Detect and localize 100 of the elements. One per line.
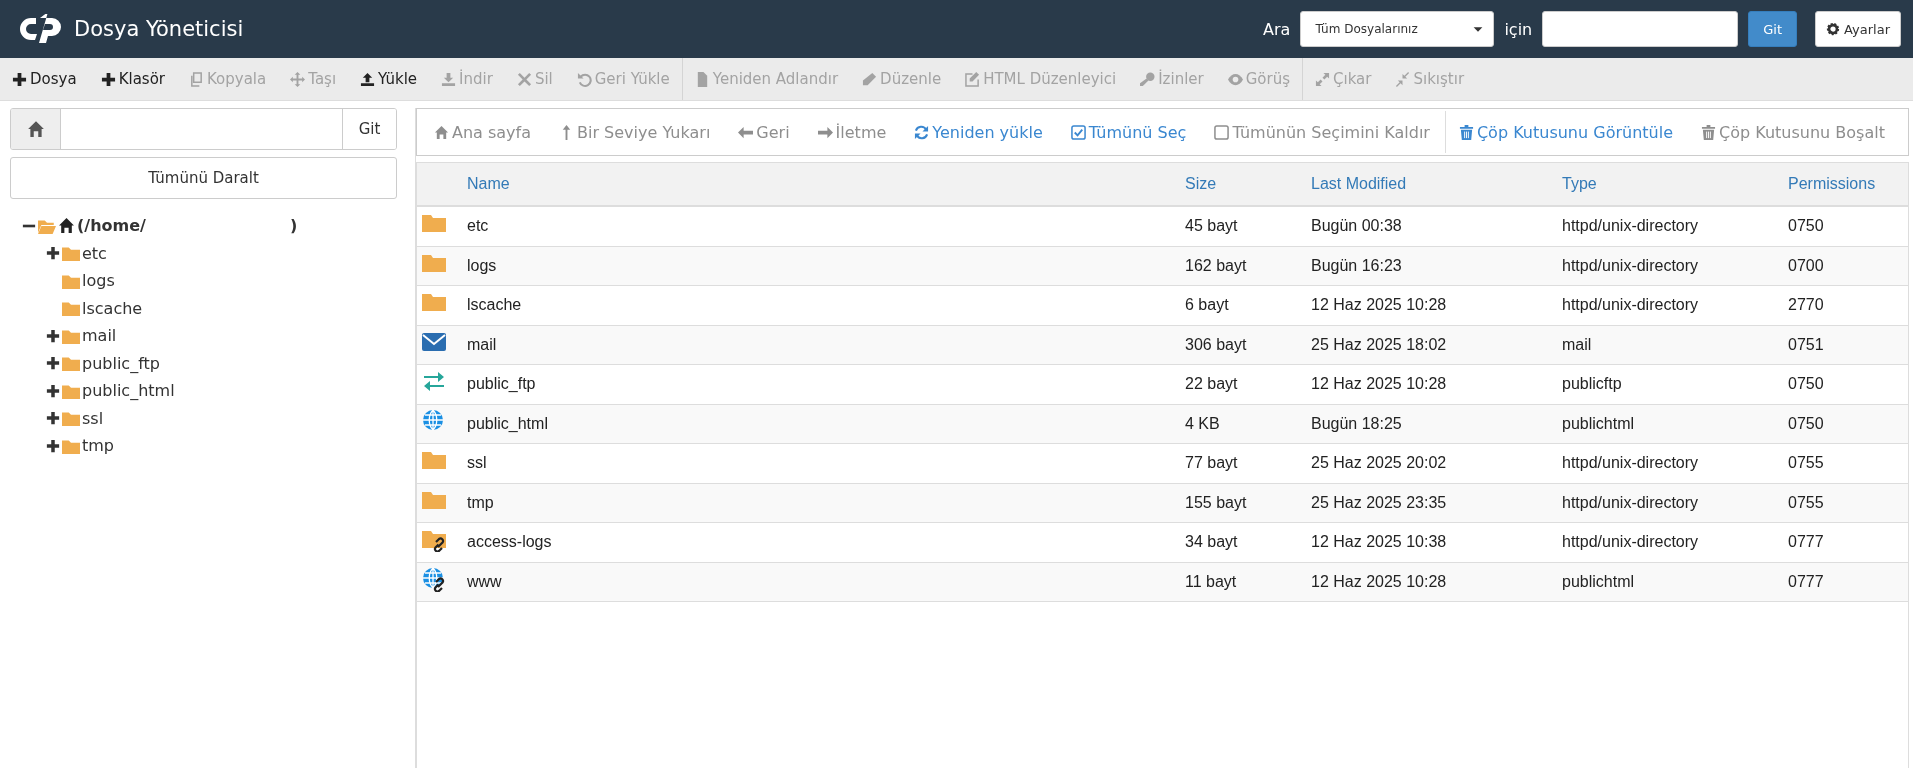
nav-button[interactable]: Yeniden yükle <box>901 111 1058 153</box>
plus-icon[interactable] <box>46 246 60 261</box>
table-cell-text: 0755 <box>1788 454 1825 473</box>
go-button[interactable]: Git <box>1748 11 1798 47</box>
checkbox-icon <box>1070 124 1086 140</box>
toolbar-button[interactable]: Yükle <box>348 58 430 100</box>
toolbar-button[interactable]: Klasör <box>88 58 177 100</box>
folder-icon <box>62 299 80 318</box>
search-field[interactable] <box>1542 11 1739 47</box>
edit-icon <box>965 71 981 87</box>
plus-icon <box>12 71 27 87</box>
scope-dropdown[interactable]: Tüm Dosyalarınız <box>1300 11 1495 47</box>
table-cell-text: mail <box>1562 335 1593 354</box>
eye-icon <box>1227 71 1243 87</box>
file-name[interactable]: www <box>467 572 1185 591</box>
table-cell-text: 12 Haz 2025 10:28 <box>1311 375 1448 394</box>
tree-item[interactable]: public_ftp <box>82 353 160 373</box>
table-cell-text: 11 bayt <box>1185 572 1238 591</box>
tree-item[interactable]: tmp <box>82 436 114 456</box>
table-cell-text: httpd/unix-directory <box>1562 256 1700 275</box>
right-arrow-icon <box>817 124 833 140</box>
table-cell-text: httpd/unix-directory <box>1562 217 1700 236</box>
folder-icon <box>62 354 80 373</box>
table-cell-text: 0750 <box>1788 375 1825 394</box>
globe-link-icon <box>421 567 447 592</box>
table-cell-text: 12 Haz 2025 10:28 <box>1311 296 1448 315</box>
plus-icon[interactable] <box>46 356 60 371</box>
file-name[interactable]: lscache <box>467 296 1185 315</box>
tree-item-end: ) <box>289 216 298 236</box>
table-cell-text: 25 Haz 2025 18:02 <box>1311 335 1448 354</box>
table-cell-text: 0750 <box>1788 414 1825 433</box>
expand-icon <box>1315 71 1331 87</box>
tree-item[interactable]: public_html <box>82 381 175 401</box>
table-cell-text: publicftp <box>1562 375 1623 394</box>
table-cell-text: 25 Haz 2025 20:02 <box>1311 454 1448 473</box>
table-cell-text: 0751 <box>1788 335 1825 354</box>
home-icon <box>58 217 75 235</box>
table-cell-text: Bugün 16:23 <box>1311 256 1403 275</box>
file-name[interactable]: logs <box>467 256 1185 275</box>
table-cell-text: Bugün 00:38 <box>1311 217 1403 236</box>
table-cell-text: 4 KB <box>1185 414 1221 433</box>
table-cell-text: 6 bayt <box>1185 296 1230 315</box>
column-header[interactable]: Last Modified <box>1311 175 1562 193</box>
tree-item[interactable]: lscache <box>82 298 143 318</box>
table-cell-text: 22 bayt <box>1185 375 1239 394</box>
plus-icon[interactable] <box>46 411 60 426</box>
tree-item[interactable]: ssl <box>82 408 104 428</box>
column-header[interactable]: Name <box>467 175 1185 193</box>
table-cell-text: httpd/unix-directory <box>1562 533 1700 552</box>
plus-icon[interactable] <box>46 438 60 453</box>
file-name[interactable]: etc <box>467 217 1185 236</box>
file-name[interactable]: public_ftp <box>467 375 1185 394</box>
file-name[interactable]: tmp <box>467 493 1185 512</box>
copy-icon <box>189 71 204 87</box>
left-arrow-icon <box>738 124 754 140</box>
file-name[interactable]: public_html <box>467 414 1185 433</box>
table-cell-text: 45 bayt <box>1185 217 1239 236</box>
column-header[interactable]: Type <box>1562 175 1788 193</box>
nav-button[interactable]: Çöp Kutusunu Görüntüle <box>1444 111 1688 153</box>
table-cell-text: httpd/unix-directory <box>1562 454 1700 473</box>
table-cell-text: 306 bayt <box>1185 335 1248 354</box>
table-cell-text: 12 Haz 2025 10:38 <box>1311 533 1448 552</box>
toolbar-button[interactable]: Dosya <box>0 58 89 100</box>
compress-icon <box>1395 71 1411 87</box>
refresh-icon <box>914 124 930 140</box>
table-cell-text: 155 bayt <box>1185 493 1248 512</box>
home-icon <box>434 124 449 140</box>
table-cell-text: publichtml <box>1562 572 1636 591</box>
column-header[interactable]: Size <box>1185 175 1311 193</box>
plus-icon[interactable] <box>46 328 60 343</box>
tree-item[interactable]: mail <box>82 326 117 346</box>
file-name[interactable]: mail <box>467 335 1185 354</box>
trash-icon <box>1701 124 1716 140</box>
folder-link-icon <box>421 528 447 553</box>
for-label: için <box>1504 19 1533 39</box>
table-cell-text: 25 Haz 2025 23:35 <box>1311 493 1448 512</box>
plus-icon[interactable] <box>46 383 60 398</box>
table-cell-text: 34 bayt <box>1185 533 1239 552</box>
collapse-all-button[interactable]: Tümünü Daralt <box>10 157 397 199</box>
logo-icon <box>20 14 64 44</box>
download-icon <box>441 71 457 87</box>
settings-button[interactable]: Ayarlar <box>1815 11 1901 47</box>
table-cell-text: httpd/unix-directory <box>1562 493 1700 512</box>
table-cell-text: 0777 <box>1788 572 1825 591</box>
tree-item[interactable]: logs <box>82 271 115 291</box>
tree-item[interactable]: (/home/ <box>77 216 146 236</box>
table-cell-text: httpd/unix-directory <box>1562 296 1700 315</box>
table-cell-text: 2770 <box>1788 296 1825 315</box>
table-cell-text: 0755 <box>1788 493 1825 512</box>
search-label: Ara <box>1263 19 1291 39</box>
settings-icon <box>1826 22 1841 36</box>
upload-icon <box>360 71 376 87</box>
file-name[interactable]: access-logs <box>467 533 1185 552</box>
table-cell-text: 0750 <box>1788 217 1825 236</box>
table-cell-text: publichtml <box>1562 414 1636 433</box>
file-name[interactable]: ssl <box>467 454 1185 473</box>
app-title: Dosya Yöneticisi <box>74 17 245 41</box>
column-header[interactable]: Permissions <box>1788 175 1908 193</box>
tree-item[interactable]: etc <box>82 243 107 263</box>
nav-button[interactable]: Tümünü Seç <box>1057 111 1202 153</box>
